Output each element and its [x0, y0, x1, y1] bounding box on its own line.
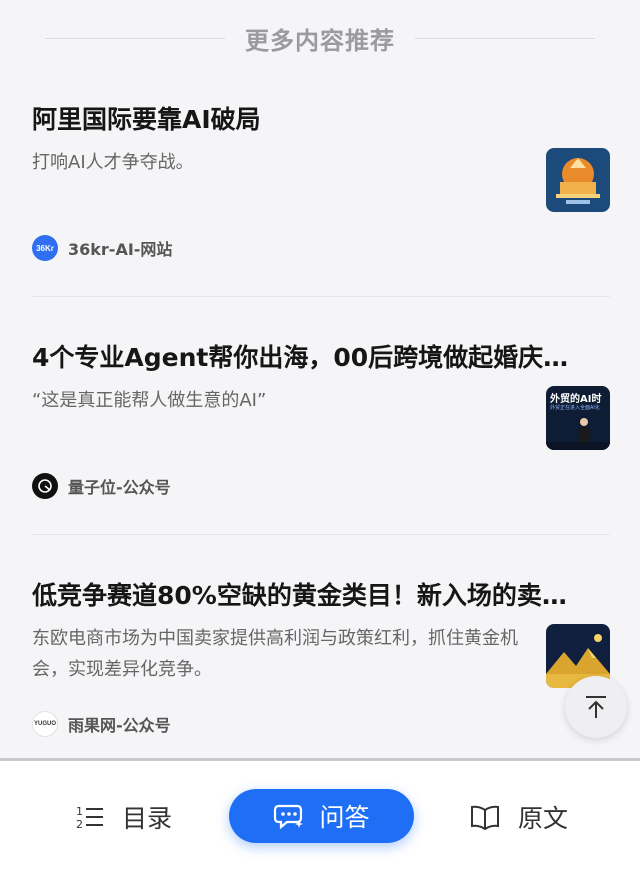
yuguo-logo-icon: YUGUO: [32, 711, 58, 737]
bottom-toolbar: 1 2 目录 问答 原文: [0, 758, 640, 876]
svg-text:1: 1: [76, 805, 83, 818]
article-title[interactable]: 低竞争赛道80%空缺的黄金类目！新入场的卖…: [32, 576, 612, 612]
chat-sparkle-icon: [273, 802, 304, 830]
article-source[interactable]: 量子位-公众号: [68, 474, 171, 498]
article-summary: “这是真正能帮人做生意的AI”: [32, 390, 267, 411]
ai-scene-thumbnail-icon[interactable]: [546, 148, 610, 212]
article-card[interactable]: 4个专业Agent帮你出海，00后跨境做起婚庆… “这是真正能帮人做生意的AI”…: [0, 314, 640, 534]
card-divider: [32, 534, 610, 535]
numbered-list-icon: 1 2: [76, 804, 104, 830]
toc-label: 目录: [122, 804, 173, 833]
svg-text:2: 2: [76, 818, 83, 830]
section-title: 更多内容推荐: [245, 26, 395, 55]
presenter-stage-thumbnail-icon[interactable]: 外贸的AI时 外贸正在进入全面AI化: [546, 386, 610, 450]
ask-label: 问答: [319, 803, 370, 832]
36kr-logo-icon: 36Kr: [32, 235, 58, 261]
article-source[interactable]: 雨果网-公众号: [68, 712, 171, 736]
article-card[interactable]: 低竞争赛道80%空缺的黄金类目！新入场的卖… 东欧电商市场为中国卖家提供高利润与…: [0, 552, 640, 758]
article-title[interactable]: 阿里国际要靠AI破局: [32, 100, 612, 136]
header-left-divider: [45, 37, 225, 39]
article-title[interactable]: 4个专业Agent帮你出海，00后跨境做起婚庆…: [32, 338, 612, 374]
toc-button[interactable]: 1 2 目录: [76, 793, 172, 841]
article-summary: 东欧电商市场为中国卖家提供高利润与政策红利，抓住黄金机会，实现差异化竞争。: [32, 628, 518, 680]
card-divider: [32, 296, 610, 297]
more-content-header: 更多内容推荐: [0, 0, 640, 76]
header-right-divider: [415, 37, 595, 39]
article-card[interactable]: 阿里国际要靠AI破局 打响AI人才争夺战。 36Kr 36kr-AI-网站: [0, 76, 640, 296]
arrow-up-icon: [586, 696, 606, 718]
article-summary: 打响AI人才争夺战。: [32, 152, 194, 173]
ask-button[interactable]: 问答: [229, 789, 414, 843]
original-text-label: 原文: [518, 804, 569, 833]
original-text-button[interactable]: 原文: [470, 793, 568, 841]
article-source[interactable]: 36kr-AI-网站: [68, 236, 172, 260]
open-book-icon: [470, 804, 500, 830]
scroll-to-top-button[interactable]: [565, 676, 627, 738]
qbitai-logo-icon: [32, 473, 58, 499]
